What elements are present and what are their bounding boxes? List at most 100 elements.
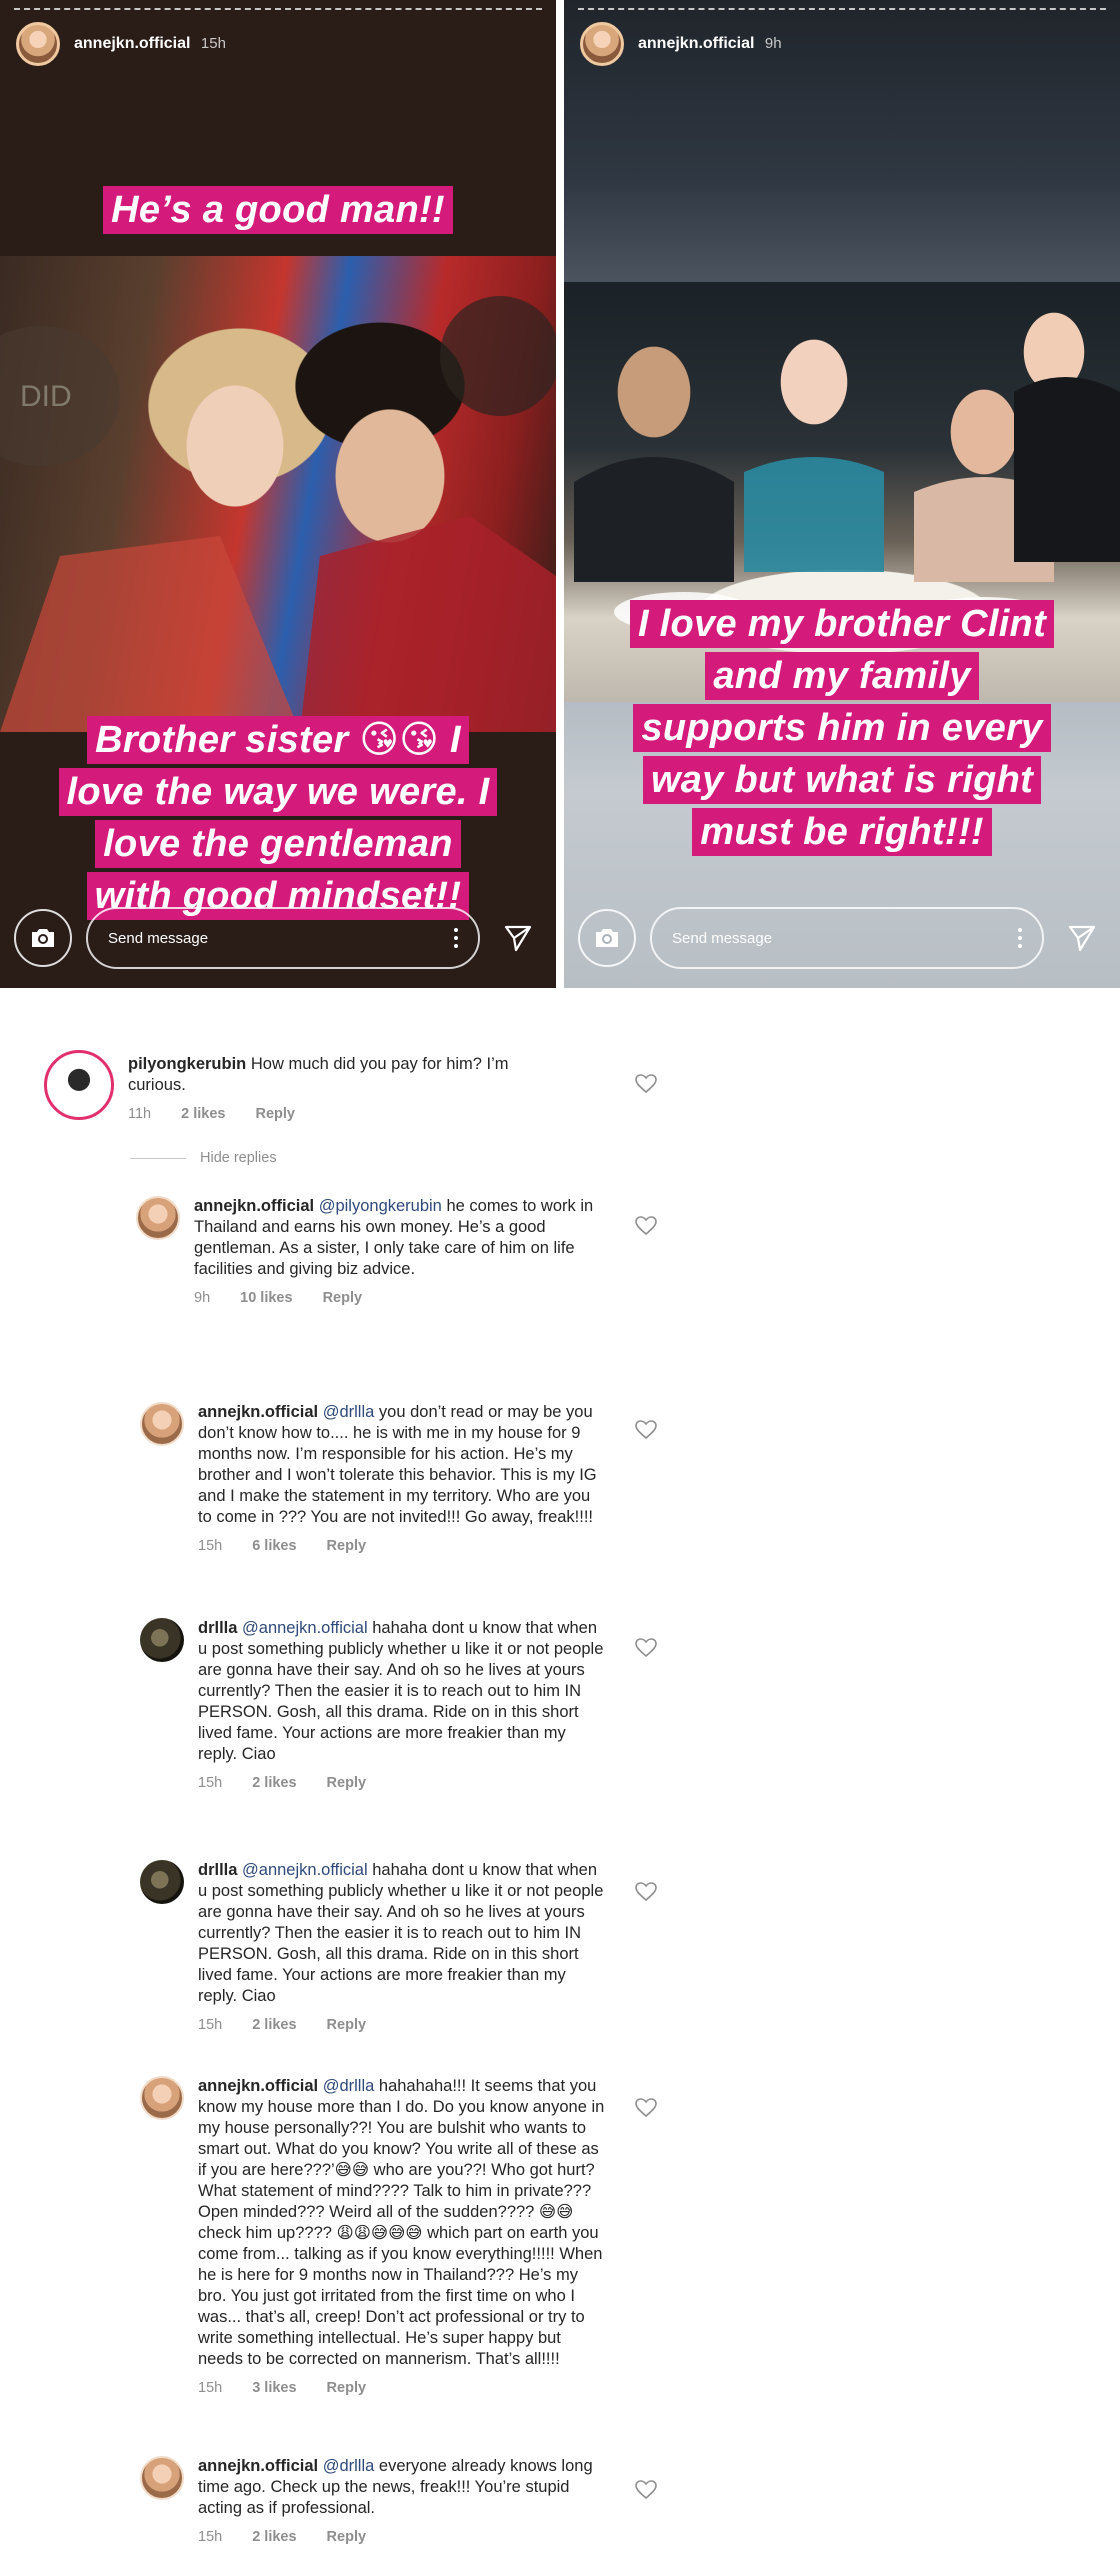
story-caption-bottom: I love my brother Clint and my family su… <box>564 598 1120 858</box>
story-username[interactable]: annejkn.official <box>74 35 190 52</box>
comment-text: hahaha dont u know that when u post some… <box>198 1861 604 2005</box>
reply-button[interactable]: Reply <box>327 2015 367 2036</box>
comment-item: pilyongkerubin How much did you pay for … <box>44 1050 538 1125</box>
avatar[interactable] <box>140 2456 184 2500</box>
comment-username[interactable]: pilyongkerubin <box>128 1055 246 1073</box>
story-photo: DID <box>0 256 556 732</box>
hide-replies-toggle[interactable]: Hide replies <box>130 1150 277 1166</box>
comment-likes[interactable]: 3 likes <box>252 2378 296 2399</box>
comment-meta: 11h 2 likes Reply <box>128 1104 538 1125</box>
comment-mention[interactable]: @annejkn.official <box>242 1861 368 1879</box>
divider <box>130 1157 186 1159</box>
caption-line: Brother sister 😘😘 I <box>87 716 469 764</box>
comment-username[interactable]: drllla <box>198 1861 237 1879</box>
svg-text:DID: DID <box>20 380 72 413</box>
send-message-placeholder: Send message <box>108 929 209 947</box>
send-button[interactable] <box>494 914 542 962</box>
send-message-input[interactable]: Send message <box>86 907 480 969</box>
comment-text: hahaha dont u know that when u post some… <box>198 1619 604 1763</box>
heart-icon[interactable] <box>635 1216 657 1236</box>
comment-username[interactable]: annejkn.official <box>198 1403 318 1421</box>
reply-button[interactable]: Reply <box>327 2378 367 2399</box>
send-message-input[interactable]: Send message <box>650 907 1044 969</box>
story-reply-bar: Send message <box>564 888 1120 988</box>
comment-username[interactable]: drllla <box>198 1619 237 1637</box>
comment-meta: 15h 2 likes Reply <box>198 1773 608 1794</box>
story-header[interactable]: annejkn.official 9h <box>580 22 782 66</box>
comment-likes[interactable]: 2 likes <box>252 2015 296 2036</box>
camera-icon <box>32 929 54 947</box>
comment-text: you don’t read or may be you don’t know … <box>198 1403 597 1526</box>
comment-mention[interactable]: @drllla <box>323 2077 375 2095</box>
avatar[interactable] <box>44 1050 114 1120</box>
reply-button[interactable]: Reply <box>255 1104 295 1125</box>
panel-divider <box>556 0 564 988</box>
comment-meta: 9h 10 likes Reply <box>194 1288 604 1309</box>
heart-icon[interactable] <box>635 2480 657 2500</box>
reply-button[interactable]: Reply <box>327 1536 367 1557</box>
camera-button[interactable] <box>14 909 72 967</box>
heart-icon[interactable] <box>635 1420 657 1440</box>
send-icon <box>1068 925 1096 952</box>
comment-mention[interactable]: @pilyongkerubin <box>319 1197 442 1215</box>
avatar[interactable] <box>140 1618 184 1662</box>
caption-line: supports him in every <box>633 704 1051 752</box>
reply-button[interactable]: Reply <box>327 1773 367 1794</box>
caption-line: I love my brother Clint <box>629 600 1055 648</box>
avatar[interactable] <box>16 22 60 66</box>
comment-time: 9h <box>194 1290 211 1306</box>
story-time: 9h <box>764 35 782 52</box>
story-header[interactable]: annejkn.official 15h <box>16 22 226 66</box>
avatar[interactable] <box>136 1196 180 1240</box>
reply-item: drllla @annejkn.official hahaha dont u k… <box>140 1618 608 1794</box>
comment-likes[interactable]: 2 likes <box>252 1773 296 1794</box>
comment-time: 15h <box>198 1775 223 1791</box>
send-icon <box>504 925 532 952</box>
caption-line: must be right!!! <box>692 808 992 856</box>
comment-text: hahahaha!!! It seems that you know my ho… <box>198 2077 605 2368</box>
story-photo-graphic: DID <box>0 296 556 732</box>
caption-line: and my family <box>705 652 979 700</box>
comment-likes[interactable]: 10 likes <box>240 1288 292 1309</box>
comment-username[interactable]: annejkn.official <box>198 2457 318 2475</box>
reply-button[interactable]: Reply <box>323 1288 363 1309</box>
comment-meta: 15h 3 likes Reply <box>198 2378 608 2399</box>
caption-line: love the way we were. I <box>58 768 498 816</box>
reply-item: annejkn.official @drllla everyone alread… <box>140 2456 608 2548</box>
comment-mention[interactable]: @drllla <box>323 1403 375 1421</box>
comment-meta: 15h 6 likes Reply <box>198 1536 608 1557</box>
comment-likes[interactable]: 2 likes <box>181 1104 225 1125</box>
reply-item: annejkn.official @drllla hahahaha!!! It … <box>140 2076 608 2399</box>
heart-icon[interactable] <box>635 1638 657 1658</box>
avatar[interactable] <box>580 22 624 66</box>
story-caption-top: He’s a good man!! <box>0 184 556 236</box>
caption-line: love the gentleman <box>95 820 461 868</box>
comment-time: 11h <box>128 1106 152 1122</box>
comment-mention[interactable]: @annejkn.official <box>242 1619 368 1637</box>
comment-likes[interactable]: 2 likes <box>252 2527 296 2548</box>
reply-button[interactable]: Reply <box>327 2527 367 2548</box>
story-time: 15h <box>200 35 226 52</box>
avatar[interactable] <box>140 1860 184 1904</box>
camera-button[interactable] <box>578 909 636 967</box>
avatar[interactable] <box>140 2076 184 2120</box>
heart-icon[interactable] <box>635 2098 657 2118</box>
heart-icon[interactable] <box>635 1882 657 1902</box>
comment-mention[interactable]: @drllla <box>323 2457 375 2475</box>
comment-username[interactable]: annejkn.official <box>194 1197 314 1215</box>
comment-meta: 15h 2 likes Reply <box>198 2527 608 2548</box>
hide-replies-label: Hide replies <box>200 1150 277 1166</box>
story-username[interactable]: annejkn.official <box>638 35 754 52</box>
heart-icon[interactable] <box>635 1074 657 1094</box>
send-button[interactable] <box>1058 914 1106 962</box>
comment-username[interactable]: annejkn.official <box>198 2077 318 2095</box>
camera-icon <box>596 929 618 947</box>
avatar[interactable] <box>140 1402 184 1446</box>
story-panel-2: annejkn.official 9h I love my brother Cl… <box>564 0 1120 988</box>
comment-likes[interactable]: 6 likes <box>252 1536 296 1557</box>
story-panel-1: annejkn.official 15h DID He’s a good man… <box>0 0 556 988</box>
comment-meta: 15h 2 likes Reply <box>198 2015 608 2036</box>
story-reply-bar: Send message <box>0 888 556 988</box>
more-vertical-icon[interactable] <box>454 928 458 948</box>
more-vertical-icon[interactable] <box>1018 928 1022 948</box>
